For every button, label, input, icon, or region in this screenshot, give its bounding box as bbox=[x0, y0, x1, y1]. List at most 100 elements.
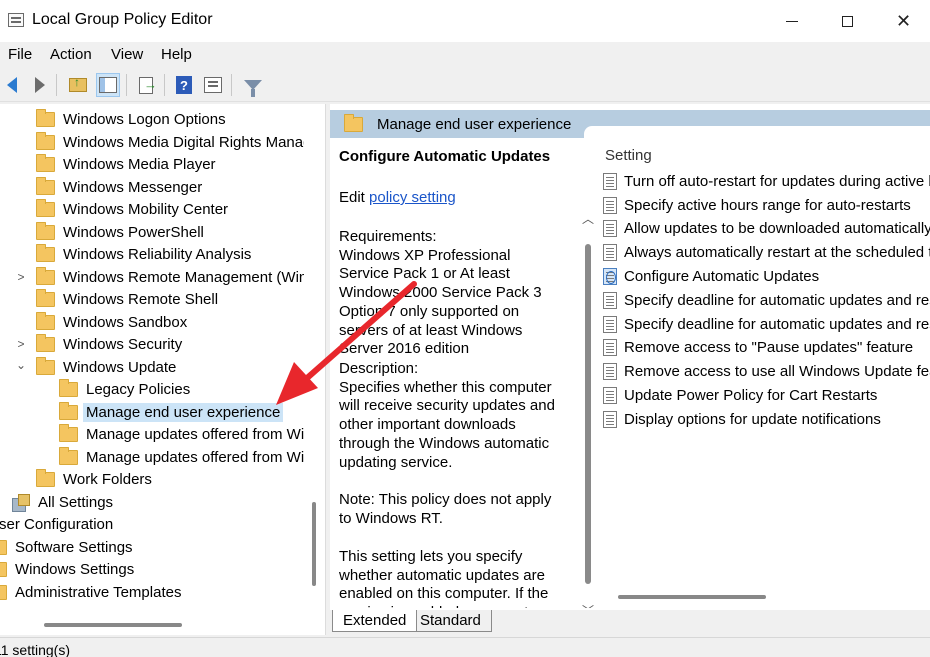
setting-row-configure-automatic-updates[interactable]: Configure Automatic Updates bbox=[603, 265, 819, 287]
setting-row[interactable]: Remove access to "Pause updates" feature bbox=[603, 336, 913, 358]
list-horizontal-scrollbar[interactable] bbox=[598, 590, 930, 604]
back-button[interactable] bbox=[0, 73, 24, 97]
menu-view[interactable]: View bbox=[111, 46, 143, 63]
tree-item[interactable]: Windows Messenger bbox=[36, 176, 202, 198]
back-arrow-icon bbox=[7, 77, 17, 93]
folder-icon bbox=[36, 468, 55, 487]
maximize-icon bbox=[842, 15, 853, 27]
toolbar-separator bbox=[126, 74, 127, 96]
tree-item[interactable]: Legacy Policies bbox=[59, 378, 190, 400]
help-button[interactable]: ? bbox=[172, 73, 196, 97]
folder-icon bbox=[36, 198, 55, 217]
menu-file[interactable]: File bbox=[8, 46, 32, 63]
tree-item[interactable]: Software Settings bbox=[0, 536, 133, 558]
filter-button[interactable] bbox=[241, 73, 265, 97]
tree-pane[interactable]: Windows Logon Options Windows Media Digi… bbox=[0, 104, 326, 635]
tree-item[interactable]: Manage updates offered from Wi bbox=[59, 446, 304, 468]
scroll-down-icon[interactable]: ﹀ bbox=[582, 602, 594, 608]
tree-item[interactable]: Windows Media Digital Rights Manag bbox=[36, 131, 311, 153]
menu-action[interactable]: Action bbox=[50, 46, 92, 63]
expand-chevron-icon[interactable]: > bbox=[15, 270, 27, 284]
filter-icon bbox=[244, 80, 262, 97]
tree-item[interactable]: Windows Security bbox=[36, 333, 182, 355]
setting-row[interactable]: Update Power Policy for Cart Restarts bbox=[603, 384, 877, 406]
scroll-thumb[interactable] bbox=[618, 595, 766, 599]
tree-item[interactable]: Windows Mobility Center bbox=[36, 198, 228, 220]
tree-item-windows-update[interactable]: Windows Update bbox=[36, 356, 176, 378]
tree-horizontal-scrollbar[interactable] bbox=[0, 616, 304, 634]
policy-icon bbox=[603, 196, 617, 214]
tree-vertical-scrollbar[interactable] bbox=[304, 104, 324, 635]
tree-item-user-configuration[interactable]: ser Configuration bbox=[0, 513, 113, 535]
properties-button[interactable] bbox=[201, 73, 225, 97]
collapse-chevron-icon[interactable]: ⌄ bbox=[15, 358, 27, 372]
maximize-button[interactable] bbox=[820, 0, 875, 42]
folder-icon bbox=[36, 288, 55, 307]
tree-item[interactable]: Work Folders bbox=[36, 468, 152, 490]
tree-item[interactable]: Windows Remote Shell bbox=[36, 288, 218, 310]
folder-icon bbox=[59, 378, 78, 397]
scroll-thumb[interactable] bbox=[585, 244, 591, 584]
policy-icon bbox=[603, 410, 617, 428]
toolbar-separator bbox=[231, 74, 232, 96]
properties-icon bbox=[204, 77, 222, 93]
folder-icon bbox=[36, 356, 55, 375]
setting-row[interactable]: Remove access to use all Windows Update … bbox=[603, 360, 930, 382]
policy-icon bbox=[603, 243, 617, 261]
policy-icon bbox=[603, 219, 617, 237]
menu-help[interactable]: Help bbox=[161, 46, 192, 63]
tab-standard[interactable]: Standard bbox=[410, 610, 492, 632]
setting-row[interactable]: Always automatically restart at the sche… bbox=[603, 241, 930, 263]
folder-icon bbox=[59, 446, 78, 465]
forward-arrow-icon bbox=[35, 77, 45, 93]
all-settings-icon bbox=[12, 494, 30, 512]
policy-setting-link[interactable]: policy setting bbox=[369, 189, 456, 206]
more-description-text: This setting lets you specify whether au… bbox=[339, 548, 549, 608]
policy-icon bbox=[603, 338, 617, 356]
close-icon: ✕ bbox=[895, 10, 912, 31]
folder-icon bbox=[0, 584, 7, 600]
setting-row[interactable]: Turn off auto-restart for updates during… bbox=[603, 170, 930, 192]
tree-item[interactable]: Windows Remote Management (Win bbox=[36, 266, 307, 288]
policy-icon bbox=[603, 315, 617, 333]
description-vertical-scrollbar[interactable]: ︿ ﹀ bbox=[578, 202, 596, 608]
scroll-thumb[interactable] bbox=[44, 623, 182, 627]
export-list-button[interactable] bbox=[134, 73, 158, 97]
minimize-icon bbox=[785, 20, 798, 22]
setting-row[interactable]: Specify deadline for automatic updates a… bbox=[603, 289, 930, 311]
tree-item[interactable]: Windows Media Player bbox=[36, 153, 216, 175]
up-one-level-button[interactable] bbox=[66, 73, 90, 97]
menu-bar: File Action View Help bbox=[0, 42, 930, 68]
toolbar-separator bbox=[164, 74, 165, 96]
tab-extended[interactable]: Extended bbox=[332, 610, 418, 632]
setting-row[interactable]: Specify deadline for automatic updates a… bbox=[603, 313, 930, 335]
setting-row[interactable]: Specify active hours range for auto-rest… bbox=[603, 194, 911, 216]
setting-row[interactable]: Display options for update notifications bbox=[603, 408, 881, 430]
tree-item[interactable]: Windows Settings bbox=[0, 558, 134, 580]
folder-icon bbox=[36, 108, 55, 127]
tree-item[interactable]: Windows Sandbox bbox=[36, 311, 187, 333]
scroll-thumb[interactable] bbox=[312, 502, 316, 586]
settings-list[interactable]: Setting Turn off auto-restart for update… bbox=[598, 138, 930, 608]
tree-item-all-settings[interactable]: All Settings bbox=[12, 491, 113, 513]
column-header-setting[interactable]: Setting bbox=[605, 147, 652, 164]
tree-item[interactable]: Windows Logon Options bbox=[36, 108, 226, 130]
description-text: Description: Specifies whether this comp… bbox=[339, 360, 555, 471]
policy-title: Configure Automatic Updates bbox=[339, 148, 551, 165]
close-button[interactable]: ✕ bbox=[876, 0, 930, 42]
tree-item-manage-end-user-experience[interactable]: Manage end user experience bbox=[59, 401, 284, 423]
scroll-up-icon[interactable]: ︿ bbox=[582, 210, 594, 227]
tree-item[interactable]: Administrative Templates bbox=[0, 581, 181, 603]
folder-icon bbox=[59, 401, 78, 420]
folder-icon bbox=[0, 561, 7, 577]
tree-item[interactable]: Manage updates offered from Wi bbox=[59, 423, 304, 445]
show-hide-tree-button[interactable] bbox=[96, 73, 120, 97]
minimize-button[interactable] bbox=[764, 0, 819, 42]
view-tabs: Extended Standard bbox=[330, 610, 930, 635]
setting-row[interactable]: Allow updates to be downloaded automatic… bbox=[603, 217, 930, 239]
tree-item[interactable]: Windows PowerShell bbox=[36, 221, 204, 243]
tree-item[interactable]: Windows Reliability Analysis bbox=[36, 243, 251, 265]
description-pane: Configure Automatic Updates Edit policy … bbox=[332, 138, 596, 608]
expand-chevron-icon[interactable]: > bbox=[15, 337, 27, 351]
forward-button[interactable] bbox=[28, 73, 52, 97]
